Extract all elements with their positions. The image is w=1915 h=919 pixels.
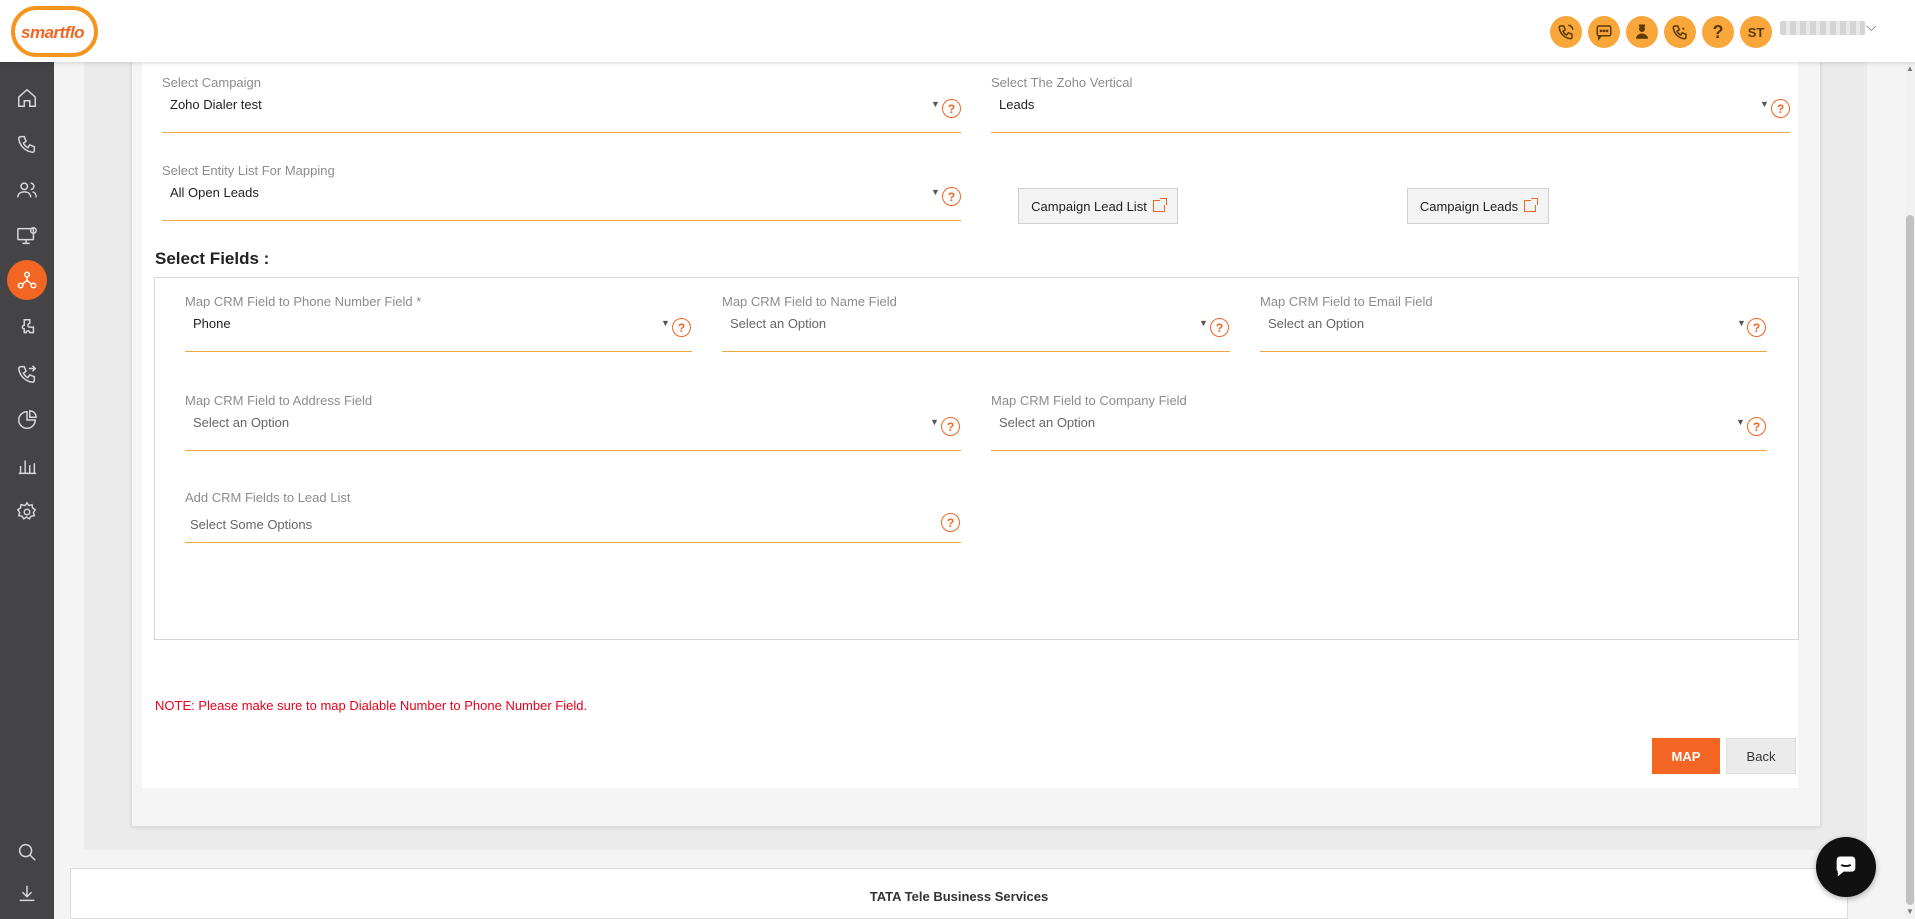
- campaign-select[interactable]: Select Campaign Zoho Dialer test ▼ ?: [162, 75, 961, 133]
- dropdown-arrow-icon[interactable]: ▼: [1737, 318, 1746, 328]
- user-avatar[interactable]: ST: [1740, 16, 1772, 48]
- field-value: Phone: [193, 316, 231, 331]
- dropdown-arrow-icon[interactable]: ▼: [931, 187, 940, 197]
- map-button[interactable]: MAP: [1652, 738, 1720, 774]
- chevron-down-icon[interactable]: ⌵: [1866, 18, 1877, 35]
- campaign-leads-button[interactable]: Campaign Leads: [1407, 188, 1549, 224]
- back-button[interactable]: Back: [1726, 738, 1796, 774]
- mapping-note: NOTE: Please make sure to map Dialable N…: [155, 698, 588, 713]
- help-icon[interactable]: ?: [1210, 318, 1229, 337]
- sidebar: [0, 62, 54, 919]
- plugin-icon[interactable]: [11, 312, 43, 344]
- address-field-select[interactable]: Map CRM Field to Address Field Select an…: [185, 393, 961, 451]
- phone-icon[interactable]: [11, 128, 43, 160]
- monitor-settings-icon[interactable]: [11, 220, 43, 252]
- page-scrollbar[interactable]: ▲ ▼: [1905, 62, 1915, 919]
- integrations-icon[interactable]: [7, 260, 47, 300]
- field-label: Map CRM Field to Address Field: [185, 393, 373, 408]
- bar-chart-icon[interactable]: [11, 450, 43, 482]
- button-label: Campaign Lead List: [1031, 198, 1147, 214]
- dropdown-arrow-icon[interactable]: ▼: [931, 99, 940, 109]
- button-label: Campaign Leads: [1419, 198, 1519, 214]
- phone-ring-icon[interactable]: [1550, 16, 1582, 48]
- field-value: Zoho Dialer test: [170, 97, 262, 112]
- call-transfer-icon[interactable]: [11, 358, 43, 390]
- settings-icon[interactable]: [11, 496, 43, 528]
- dropdown-arrow-icon[interactable]: ▼: [1736, 417, 1745, 427]
- field-label: Add CRM Fields to Lead List: [185, 490, 351, 505]
- logo-text: smartflo: [21, 23, 85, 42]
- top-bar: smartflo ? ST ⌵: [0, 0, 1915, 62]
- agent-icon[interactable]: [1626, 16, 1658, 48]
- dropdown-arrow-icon[interactable]: ▼: [1760, 99, 1769, 109]
- download-icon[interactable]: [11, 878, 43, 910]
- field-placeholder: Select an Option: [999, 415, 1096, 430]
- field-value: All Open Leads: [170, 185, 259, 200]
- field-value: Leads: [999, 97, 1035, 112]
- user-name[interactable]: [1780, 21, 1865, 35]
- field-label: Select The Zoho Vertical: [991, 75, 1133, 90]
- footer: TATA Tele Business Services: [70, 868, 1848, 919]
- dropdown-arrow-icon[interactable]: ▼: [1199, 318, 1208, 328]
- campaign-lead-list-button[interactable]: Campaign Lead List: [1018, 188, 1178, 224]
- users-icon[interactable]: [11, 174, 43, 206]
- help-icon[interactable]: ?: [941, 417, 960, 436]
- field-placeholder: Select Some Options: [190, 517, 313, 532]
- chat-widget-button[interactable]: [1816, 837, 1876, 897]
- field-placeholder: Select an Option: [1268, 316, 1365, 331]
- home-icon[interactable]: [11, 82, 43, 114]
- help-icon[interactable]: ?: [941, 513, 960, 532]
- phone-field-select[interactable]: Map CRM Field to Phone Number Field * Ph…: [185, 294, 692, 352]
- email-field-select[interactable]: Map CRM Field to Email Field Select an O…: [1260, 294, 1767, 352]
- field-label: Map CRM Field to Company Field: [991, 393, 1187, 408]
- footer-text: TATA Tele Business Services: [869, 889, 1049, 904]
- chat-icon: [1836, 856, 1856, 877]
- field-label: Select Campaign: [162, 75, 261, 90]
- lead-list-multiselect[interactable]: Add CRM Fields to Lead List Select Some …: [185, 490, 961, 543]
- call-icon[interactable]: [1664, 16, 1696, 48]
- search-icon[interactable]: [11, 836, 43, 868]
- section-title: Select Fields :: [155, 249, 270, 268]
- external-link-icon: [1152, 198, 1167, 212]
- field-placeholder: Select an Option: [730, 316, 827, 331]
- help-icon[interactable]: ?: [1702, 16, 1734, 48]
- scroll-up-icon[interactable]: ▲: [1906, 64, 1914, 73]
- name-field-select[interactable]: Map CRM Field to Name Field Select an Op…: [722, 294, 1230, 352]
- help-icon[interactable]: ?: [1747, 318, 1766, 337]
- sms-icon[interactable]: [1588, 16, 1620, 48]
- help-icon[interactable]: ?: [942, 99, 961, 118]
- help-icon[interactable]: ?: [1771, 99, 1790, 118]
- external-link-icon: [1524, 198, 1539, 212]
- smartflo-logo[interactable]: smartflo: [11, 6, 98, 57]
- help-icon[interactable]: ?: [1747, 417, 1766, 436]
- field-placeholder: Select an Option: [193, 415, 290, 430]
- field-label: Map CRM Field to Phone Number Field *: [185, 294, 422, 309]
- scroll-down-icon[interactable]: ▼: [1906, 907, 1914, 916]
- pie-chart-icon[interactable]: [11, 404, 43, 436]
- dropdown-arrow-icon[interactable]: ▼: [930, 417, 939, 427]
- field-label: Map CRM Field to Name Field: [722, 294, 897, 309]
- scroll-thumb[interactable]: [1906, 215, 1914, 905]
- help-icon[interactable]: ?: [942, 187, 961, 206]
- company-field-select[interactable]: Map CRM Field to Company Field Select an…: [991, 393, 1767, 451]
- field-label: Select Entity List For Mapping: [162, 163, 335, 178]
- help-icon[interactable]: ?: [672, 318, 691, 337]
- entity-list-select[interactable]: Select Entity List For Mapping All Open …: [162, 163, 961, 221]
- field-label: Map CRM Field to Email Field: [1260, 294, 1433, 309]
- dropdown-arrow-icon[interactable]: ▼: [661, 318, 670, 328]
- zoho-vertical-select[interactable]: Select The Zoho Vertical Leads ▼ ?: [991, 75, 1790, 133]
